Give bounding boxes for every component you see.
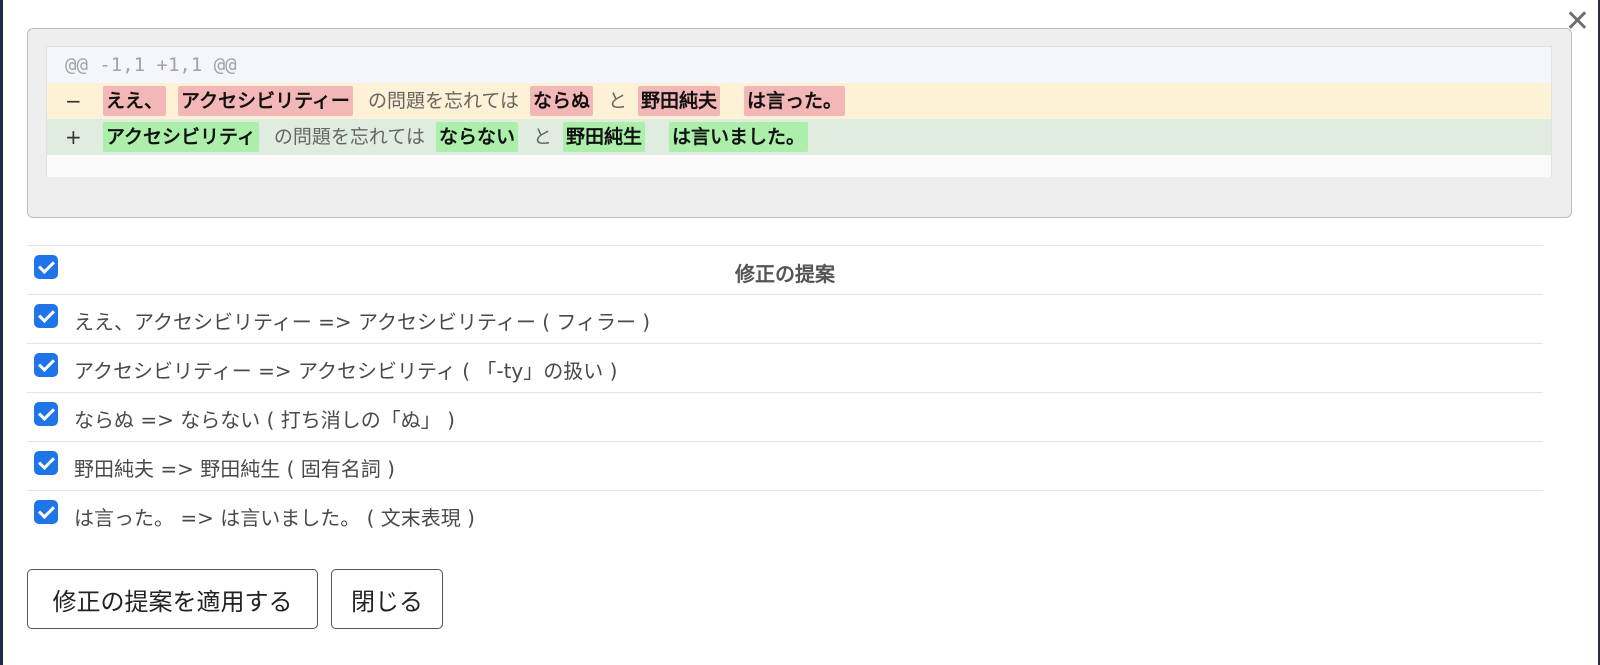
diff-minus-prefix: − (65, 89, 82, 113)
diff-added-segment: ならない (435, 122, 518, 152)
suggestion-row[interactable]: ええ、アクセシビリティー => アクセシビリティー ( フィラー ) (27, 294, 1543, 343)
suggestion-checkbox[interactable] (34, 304, 58, 328)
suggestion-checkbox[interactable] (34, 500, 58, 524)
diff-deleted-segment: アクセシビリティー (178, 86, 353, 116)
suggestion-label: は言った。 => は言いました。 ( 文末表現 ) (74, 506, 475, 530)
diff-added-line: + アクセシビリティ の問題を忘れては ならない と 野田純生 は言いました。 (47, 119, 1551, 155)
diff-empty-line (47, 155, 1551, 177)
diff-added-segment: は言いました。 (669, 122, 809, 152)
diff-unchanged-segment: と (608, 90, 628, 112)
suggestion-row[interactable]: は言った。 => は言いました。 ( 文末表現 ) (27, 490, 1543, 539)
backdrop-edge-left (0, 0, 3, 665)
suggestion-row[interactable]: ならぬ => ならない ( 打ち消しの「ぬ」 ) (27, 392, 1543, 441)
diff-added-segment: 野田純生 (563, 122, 646, 152)
close-button[interactable]: 閉じる (331, 569, 443, 629)
suggestion-label: ええ、アクセシビリティー => アクセシビリティー ( フィラー ) (74, 310, 651, 334)
suggestion-header: 修正の提案 (735, 262, 835, 286)
suggestion-label: 野田純夫 => 野田純生 ( 固有名詞 ) (74, 457, 395, 481)
apply-suggestions-button[interactable]: 修正の提案を適用する (27, 569, 318, 629)
diff-removed-line: − ええ、 アクセシビリティー の問題を忘れては ならぬ と 野田純夫 は言った… (47, 83, 1551, 119)
diff-deleted-segment: 野田純夫 (638, 86, 721, 116)
suggestion-checkbox[interactable] (34, 353, 58, 377)
diff-deleted-segment: ええ、 (103, 86, 167, 116)
diff-view: @@ -1,1 +1,1 @@ − ええ、 アクセシビリティー の問題を忘れては… (46, 46, 1552, 177)
diff-plus-prefix: + (65, 125, 82, 149)
diff-deleted-segment: ならぬ (530, 86, 594, 116)
suggestion-row[interactable]: 野田純夫 => 野田純生 ( 固有名詞 ) (27, 441, 1543, 490)
diff-unchanged-segment: の問題を忘れては (367, 90, 519, 112)
suggestion-label: アクセシビリティー => アクセシビリティ ( 「-ty」の扱い ) (74, 359, 618, 383)
diff-deleted-segment: は言った。 (744, 86, 846, 116)
suggestion-label: ならぬ => ならない ( 打ち消しの「ぬ」 ) (74, 408, 455, 432)
diff-unchanged-segment: と (533, 126, 553, 148)
diff-hunk-header: @@ -1,1 +1,1 @@ (47, 47, 1551, 83)
diff-panel: @@ -1,1 +1,1 @@ − ええ、 アクセシビリティー の問題を忘れては… (27, 28, 1572, 218)
suggestion-header-row: 修正の提案 (27, 245, 1543, 294)
diff-unchanged-segment: の問題を忘れては (273, 126, 425, 148)
suggestion-list: 修正の提案 ええ、アクセシビリティー => アクセシビリティー ( フィラー )… (27, 245, 1543, 539)
suggestion-checkbox[interactable] (34, 451, 58, 475)
diff-added-segment: アクセシビリティ (103, 122, 259, 152)
suggestion-checkbox[interactable] (34, 402, 58, 426)
suggestion-row[interactable]: アクセシビリティー => アクセシビリティ ( 「-ty」の扱い ) (27, 343, 1543, 392)
